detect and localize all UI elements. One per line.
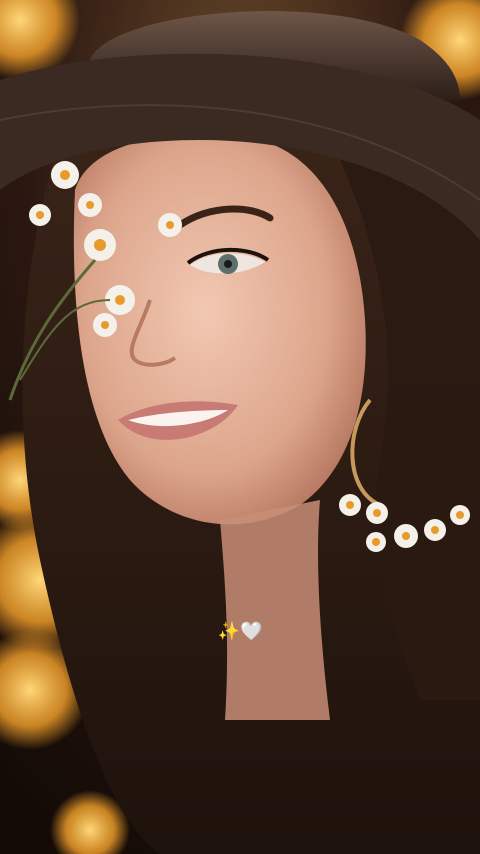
neck [220, 500, 330, 720]
photo-frame: ✨🤍 [0, 0, 480, 854]
emoji-caption: ✨🤍 [217, 621, 263, 642]
portrait-photo [0, 0, 480, 854]
